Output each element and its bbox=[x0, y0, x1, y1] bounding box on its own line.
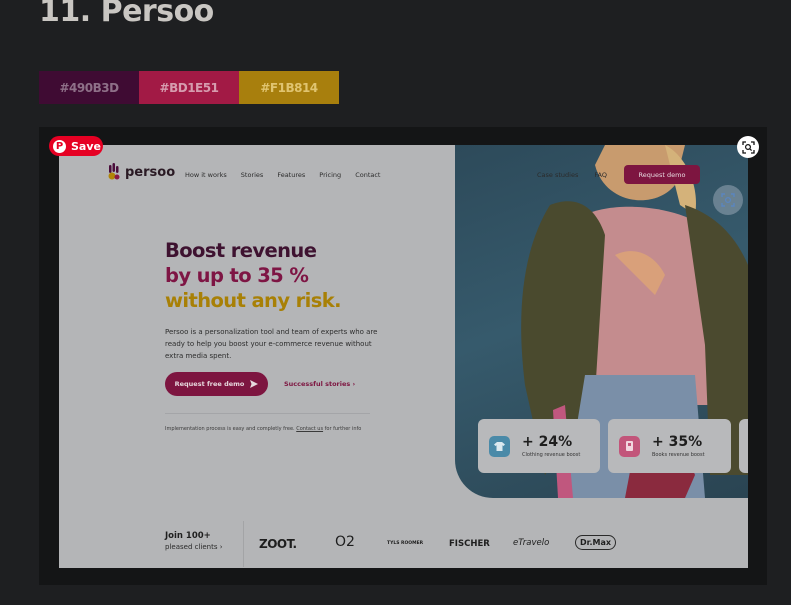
join-clients: Join 100+ pleased clients › bbox=[165, 531, 223, 551]
brand-drmax: Dr.Max bbox=[575, 535, 617, 550]
logo-text: persoo bbox=[125, 164, 176, 180]
nav-case-studies[interactable]: Case studies bbox=[537, 171, 578, 179]
brand-tyls-roomer: TYLS ROOMER bbox=[387, 541, 424, 546]
implementation-note: Implementation process is easy and compl… bbox=[165, 426, 361, 432]
join-subtitle: pleased clients › bbox=[165, 543, 223, 551]
color-palette: #490B3D #BD1E51 #F1B814 bbox=[39, 71, 339, 104]
hero-headline: Boost revenue by up to 35 % without any … bbox=[165, 238, 342, 313]
lens-search-icon bbox=[741, 140, 755, 154]
stat-card-books: + 35% Books revenue boost bbox=[608, 419, 731, 473]
divider bbox=[165, 413, 370, 414]
stat-value: + 24% bbox=[522, 434, 573, 450]
headline-line-2: by up to 35 % bbox=[165, 264, 309, 287]
swatch-accent: #F1B814 bbox=[239, 71, 339, 104]
persoo-logo[interactable]: persoo bbox=[107, 163, 175, 181]
hero-description: Persoo is a personalization tool and tea… bbox=[165, 328, 378, 360]
scan-icon bbox=[713, 185, 743, 215]
stat-card-partial bbox=[739, 419, 748, 473]
join-count: Join 100+ bbox=[165, 531, 211, 541]
nav-pricing[interactable]: Pricing bbox=[319, 171, 341, 179]
successful-stories-link[interactable]: Successful stories › bbox=[284, 380, 355, 388]
nav-how-it-works[interactable]: How it works bbox=[185, 171, 227, 179]
successful-stories-label: Successful stories bbox=[284, 380, 351, 388]
request-free-demo-button[interactable]: Request free demo bbox=[165, 372, 268, 396]
brand-zoot: ZOOT. bbox=[259, 537, 297, 551]
chevron-right-icon: › bbox=[219, 543, 223, 551]
website-screenshot: persoo How it works Stories Features Pri… bbox=[59, 145, 748, 568]
nav-features[interactable]: Features bbox=[277, 171, 305, 179]
chevron-right-icon: › bbox=[352, 380, 356, 388]
request-demo-button[interactable]: Request demo bbox=[624, 165, 700, 184]
stat-label: Clothing revenue boost bbox=[522, 452, 581, 458]
visual-search-button[interactable] bbox=[737, 136, 759, 158]
join-subtitle-text: pleased clients bbox=[165, 543, 218, 551]
send-icon bbox=[250, 380, 259, 388]
brand-etravelo: eTravelo bbox=[513, 538, 550, 548]
stat-card-clothing: + 24% Clothing revenue boost bbox=[478, 419, 600, 473]
stat-label: Books revenue boost bbox=[652, 452, 705, 458]
pinterest-save-button[interactable]: P Save bbox=[49, 136, 103, 156]
main-nav: How it works Stories Features Pricing Co… bbox=[185, 171, 380, 179]
headline-line-1: Boost revenue bbox=[165, 239, 317, 262]
request-free-demo-label: Request free demo bbox=[174, 380, 245, 388]
nav-faq[interactable]: FAQ bbox=[594, 171, 607, 179]
nav-stories[interactable]: Stories bbox=[241, 171, 264, 179]
brand-fischer: FISCHER bbox=[449, 539, 490, 549]
persoo-hand-icon bbox=[108, 163, 120, 180]
contact-us-link[interactable]: Contact us bbox=[296, 426, 323, 432]
headline-line-3: without any risk. bbox=[165, 289, 342, 312]
nav-contact[interactable]: Contact bbox=[355, 171, 380, 179]
brand-o2: O2 bbox=[335, 534, 355, 550]
note-text: Implementation process is easy and compl… bbox=[165, 426, 295, 432]
book-icon bbox=[619, 435, 640, 457]
pinterest-icon: P bbox=[53, 139, 66, 153]
section-heading: 11. Persoo bbox=[39, 0, 214, 29]
stat-value: + 35% bbox=[652, 434, 703, 450]
partners-divider bbox=[243, 521, 244, 567]
tshirt-icon bbox=[489, 435, 510, 457]
swatch-secondary: #BD1E51 bbox=[139, 71, 239, 104]
secondary-nav: Case studies FAQ bbox=[537, 171, 607, 179]
save-label: Save bbox=[71, 139, 101, 153]
swatch-primary: #490B3D bbox=[39, 71, 139, 104]
note-suffix: for further info bbox=[324, 426, 362, 432]
